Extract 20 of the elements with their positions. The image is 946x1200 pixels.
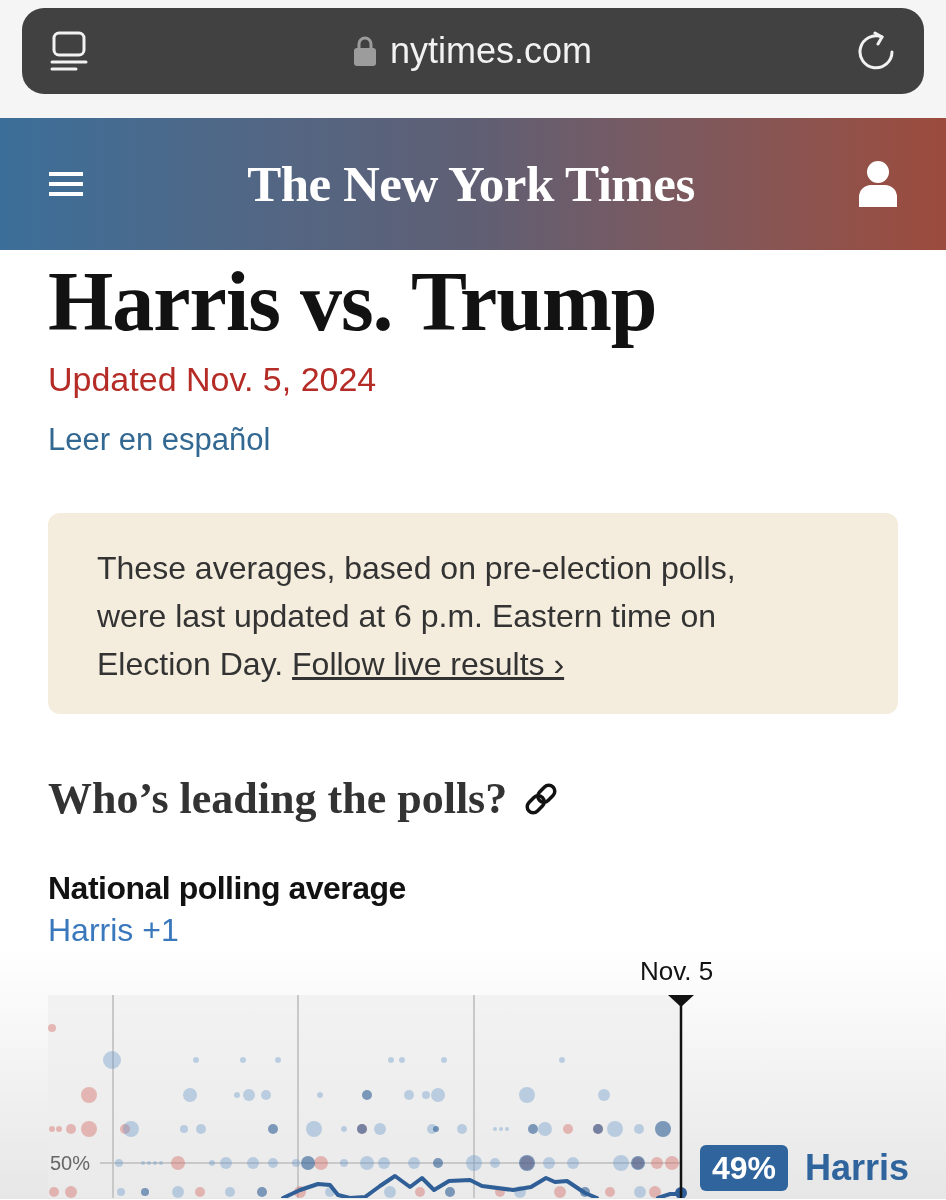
address-bar[interactable]: nytimes.com [22,8,924,94]
person-icon [859,161,897,207]
lock-icon [353,36,376,66]
value-badge: 49% [700,1145,789,1191]
follow-live-results-link[interactable]: Follow live results › [292,646,565,682]
candidate-label: Harris [805,1147,910,1189]
tabs-overview-icon[interactable] [50,31,88,71]
url-text: nytimes.com [389,29,592,73]
chart-title: National polling average [48,870,406,906]
reload-icon[interactable] [858,31,896,71]
section-heading: Who’s leading the polls? [48,773,508,825]
account-button[interactable] [858,160,898,208]
menu-icon [49,172,83,196]
date-marker-label: Nov. 5 [640,956,714,986]
notice-text: These averages, based on pre-election polls, were last updated at 6 p.m. Eastern time on Election Day. Follow live results › [97,549,737,684]
updated-date: Updated Nov. 5, 2024 [48,359,377,399]
spanish-version-link[interactable]: Leer en español [48,422,271,458]
y-axis-label: 50% [50,1151,91,1175]
site-logo[interactable]: The New York Times [247,155,695,213]
polling-lead: Harris +1 [48,912,179,948]
